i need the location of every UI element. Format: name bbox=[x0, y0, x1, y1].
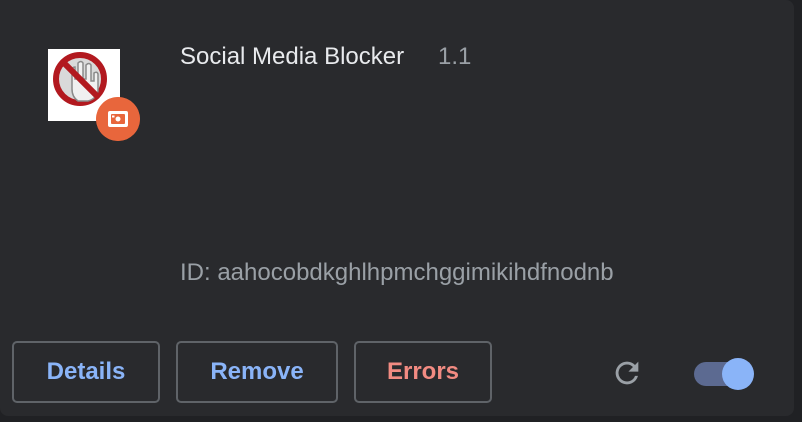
extension-icon-container bbox=[48, 49, 140, 141]
extension-name: Social Media Blocker bbox=[180, 43, 405, 70]
remove-button[interactable]: Remove bbox=[176, 341, 338, 403]
toggle-knob bbox=[722, 358, 754, 390]
extension-id: ID: aahocobdkghlhpmchggimikihdfnodnb bbox=[180, 259, 614, 286]
extension-version: 1.1 bbox=[438, 43, 472, 70]
enable-toggle[interactable] bbox=[692, 358, 758, 390]
details-button[interactable]: Details bbox=[12, 341, 160, 403]
reload-icon[interactable] bbox=[610, 356, 644, 390]
unpacked-extension-icon bbox=[96, 97, 140, 141]
errors-button[interactable]: Errors bbox=[354, 341, 492, 403]
extension-card: Social Media Blocker 1.1 ID: aahocobdkgh… bbox=[0, 0, 794, 416]
